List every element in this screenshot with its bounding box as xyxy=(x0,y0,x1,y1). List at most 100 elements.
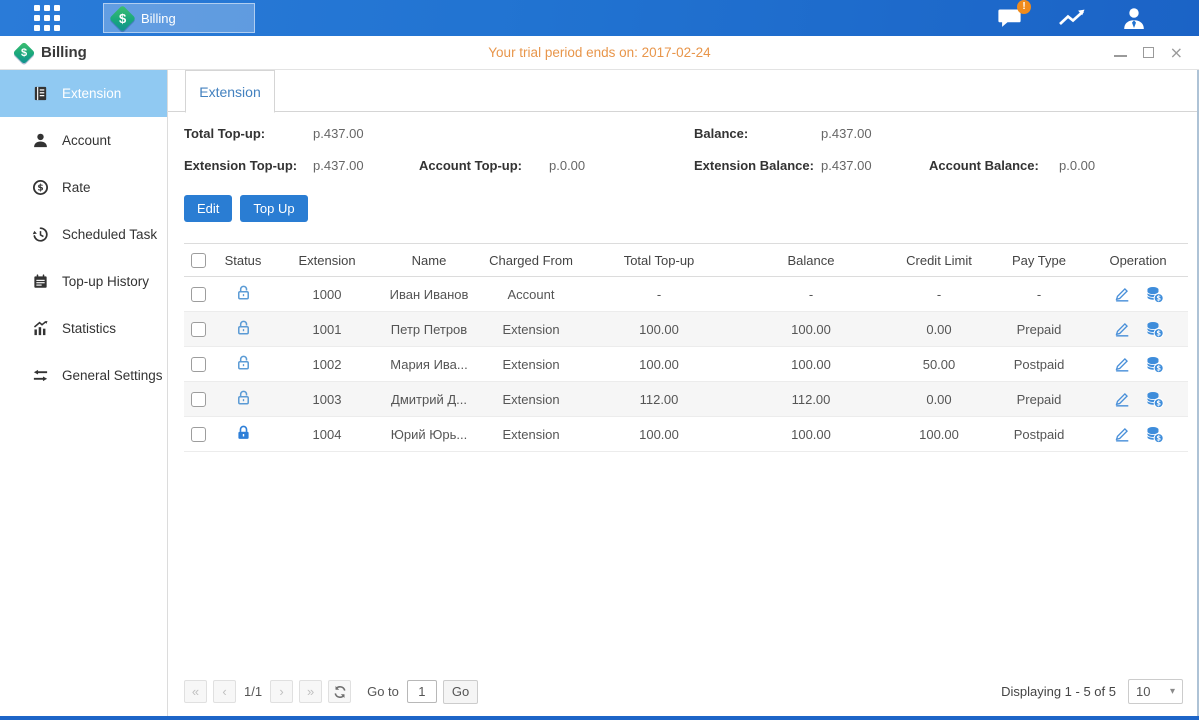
account-balance-label: Account Balance: xyxy=(929,158,1059,173)
charged-from-cell: Account xyxy=(478,277,584,312)
col-balance: Balance xyxy=(734,244,888,277)
statistics-icon xyxy=(32,320,49,337)
edit-icon[interactable] xyxy=(1113,285,1131,303)
displaying-label: Displaying 1 - 5 of 5 xyxy=(1001,684,1116,699)
close-button[interactable]: × xyxy=(1170,46,1183,60)
goto-page-input[interactable] xyxy=(407,680,437,703)
account-topup-value: p.0.00 xyxy=(549,158,694,173)
taskbar-item-label: Billing xyxy=(141,11,176,26)
user-icon[interactable] xyxy=(1121,6,1147,31)
sidebar-item-scheduled-task[interactable]: Scheduled Task xyxy=(0,211,167,258)
edit-icon[interactable] xyxy=(1113,355,1131,373)
general-settings-icon xyxy=(32,367,49,384)
svg-text:$: $ xyxy=(1156,399,1161,407)
first-page-button[interactable]: « xyxy=(184,680,207,703)
edit-icon[interactable] xyxy=(1113,320,1131,338)
topup-icon[interactable]: $ xyxy=(1145,390,1164,409)
col-name: Name xyxy=(380,244,478,277)
prev-page-button[interactable]: ‹ xyxy=(213,680,236,703)
extension-icon xyxy=(32,85,49,102)
unlocked-icon xyxy=(235,354,252,371)
svg-text:$: $ xyxy=(1156,329,1161,337)
sidebar-item-label: Scheduled Task xyxy=(62,227,157,242)
taskbar-status-icons: ! xyxy=(997,6,1199,31)
taskbar-item-billing[interactable]: $ Billing xyxy=(103,3,255,33)
balance-cell: - xyxy=(734,277,888,312)
unlocked-icon xyxy=(235,319,252,336)
refresh-button[interactable] xyxy=(328,680,351,703)
go-button[interactable]: Go xyxy=(443,680,478,704)
sidebar-item-label: Account xyxy=(62,133,111,148)
sidebar-item-general-settings[interactable]: General Settings xyxy=(0,352,167,399)
content-area: Total Top-up: p.437.00 Balance: p.437.00… xyxy=(168,112,1197,716)
sidebar-item-label: Extension xyxy=(62,86,121,101)
page-size-value: 10 xyxy=(1136,684,1150,699)
page-size-select[interactable]: 10 ▾ xyxy=(1128,679,1183,704)
extension-topup-label: Extension Top-up: xyxy=(184,158,313,173)
topup-icon[interactable]: $ xyxy=(1145,425,1164,444)
balance-cell: 112.00 xyxy=(734,382,888,417)
edit-icon[interactable] xyxy=(1113,390,1131,408)
col-pay-type: Pay Type xyxy=(990,244,1088,277)
sidebar-item-label: Rate xyxy=(62,180,91,195)
row-checkbox[interactable] xyxy=(191,322,206,337)
extension-cell: 1001 xyxy=(274,312,380,347)
sidebar-item-rate[interactable]: $ Rate xyxy=(0,164,167,211)
window-title: Billing xyxy=(41,44,87,61)
pay-type-cell: Postpaid xyxy=(990,417,1088,452)
topup-icon[interactable]: $ xyxy=(1145,320,1164,339)
billing-app-icon: $ xyxy=(109,5,136,32)
window-body: Extension Account $ Rate Scheduled Task Top-u… xyxy=(0,70,1199,716)
total-topup-cell: 100.00 xyxy=(584,347,734,382)
balance-value: p.437.00 xyxy=(821,126,929,141)
table-row: 1004Юрий Юрь...Extension100.00100.00100.… xyxy=(184,417,1188,452)
total-topup-cell: 100.00 xyxy=(584,312,734,347)
rate-icon: $ xyxy=(32,179,49,196)
row-checkbox[interactable] xyxy=(191,287,206,302)
next-page-button[interactable]: › xyxy=(270,680,293,703)
extension-cell: 1000 xyxy=(274,277,380,312)
minimize-button[interactable] xyxy=(1114,48,1127,57)
page-indicator: 1/1 xyxy=(244,684,262,699)
svg-text:$: $ xyxy=(37,184,43,194)
topup-icon[interactable]: $ xyxy=(1145,285,1164,304)
apps-grid-icon[interactable] xyxy=(34,5,60,31)
pay-type-cell: - xyxy=(990,277,1088,312)
total-topup-value: p.437.00 xyxy=(313,126,419,141)
tab-extension[interactable]: Extension xyxy=(185,70,275,113)
select-all-checkbox[interactable] xyxy=(191,253,206,268)
row-checkbox[interactable] xyxy=(191,357,206,372)
sidebar-item-statistics[interactable]: Statistics xyxy=(0,305,167,352)
credit-limit-cell: 100.00 xyxy=(888,417,990,452)
name-cell: Юрий Юрь... xyxy=(380,417,478,452)
sidebar-item-extension[interactable]: Extension xyxy=(0,70,167,117)
pay-type-cell: Prepaid xyxy=(990,382,1088,417)
extension-cell: 1002 xyxy=(274,347,380,382)
sidebar-item-top-up-history[interactable]: Top-up History xyxy=(0,258,167,305)
sidebar-item-account[interactable]: Account xyxy=(0,117,167,164)
extension-table-body: 1000Иван ИвановAccount----$1001Петр Петр… xyxy=(184,277,1188,452)
sidebar-item-label: General Settings xyxy=(62,368,163,383)
tab-strip: Extension xyxy=(168,70,1197,112)
top-up-button[interactable]: Top Up xyxy=(240,195,307,222)
row-checkbox[interactable] xyxy=(191,392,206,407)
charged-from-cell: Extension xyxy=(478,347,584,382)
maximize-button[interactable] xyxy=(1143,47,1154,58)
window-controls: × xyxy=(1114,46,1183,60)
name-cell: Петр Петров xyxy=(380,312,478,347)
edit-button[interactable]: Edit xyxy=(184,195,232,222)
extension-topup-value: p.437.00 xyxy=(313,158,419,173)
balance-cell: 100.00 xyxy=(734,347,888,382)
edit-icon[interactable] xyxy=(1113,425,1131,443)
billing-summary: Total Top-up: p.437.00 Balance: p.437.00… xyxy=(184,112,1183,173)
extension-balance-label: Extension Balance: xyxy=(694,158,821,173)
window-titlebar: $ Billing Your trial period ends on: 201… xyxy=(0,36,1199,70)
messages-icon[interactable]: ! xyxy=(997,6,1024,30)
topup-icon[interactable]: $ xyxy=(1145,355,1164,374)
total-topup-cell: 112.00 xyxy=(584,382,734,417)
locked-icon xyxy=(235,424,252,441)
performance-chart-icon[interactable] xyxy=(1057,6,1088,30)
extension-table: Status Extension Name Charged From Total… xyxy=(184,243,1188,452)
last-page-button[interactable]: » xyxy=(299,680,322,703)
row-checkbox[interactable] xyxy=(191,427,206,442)
